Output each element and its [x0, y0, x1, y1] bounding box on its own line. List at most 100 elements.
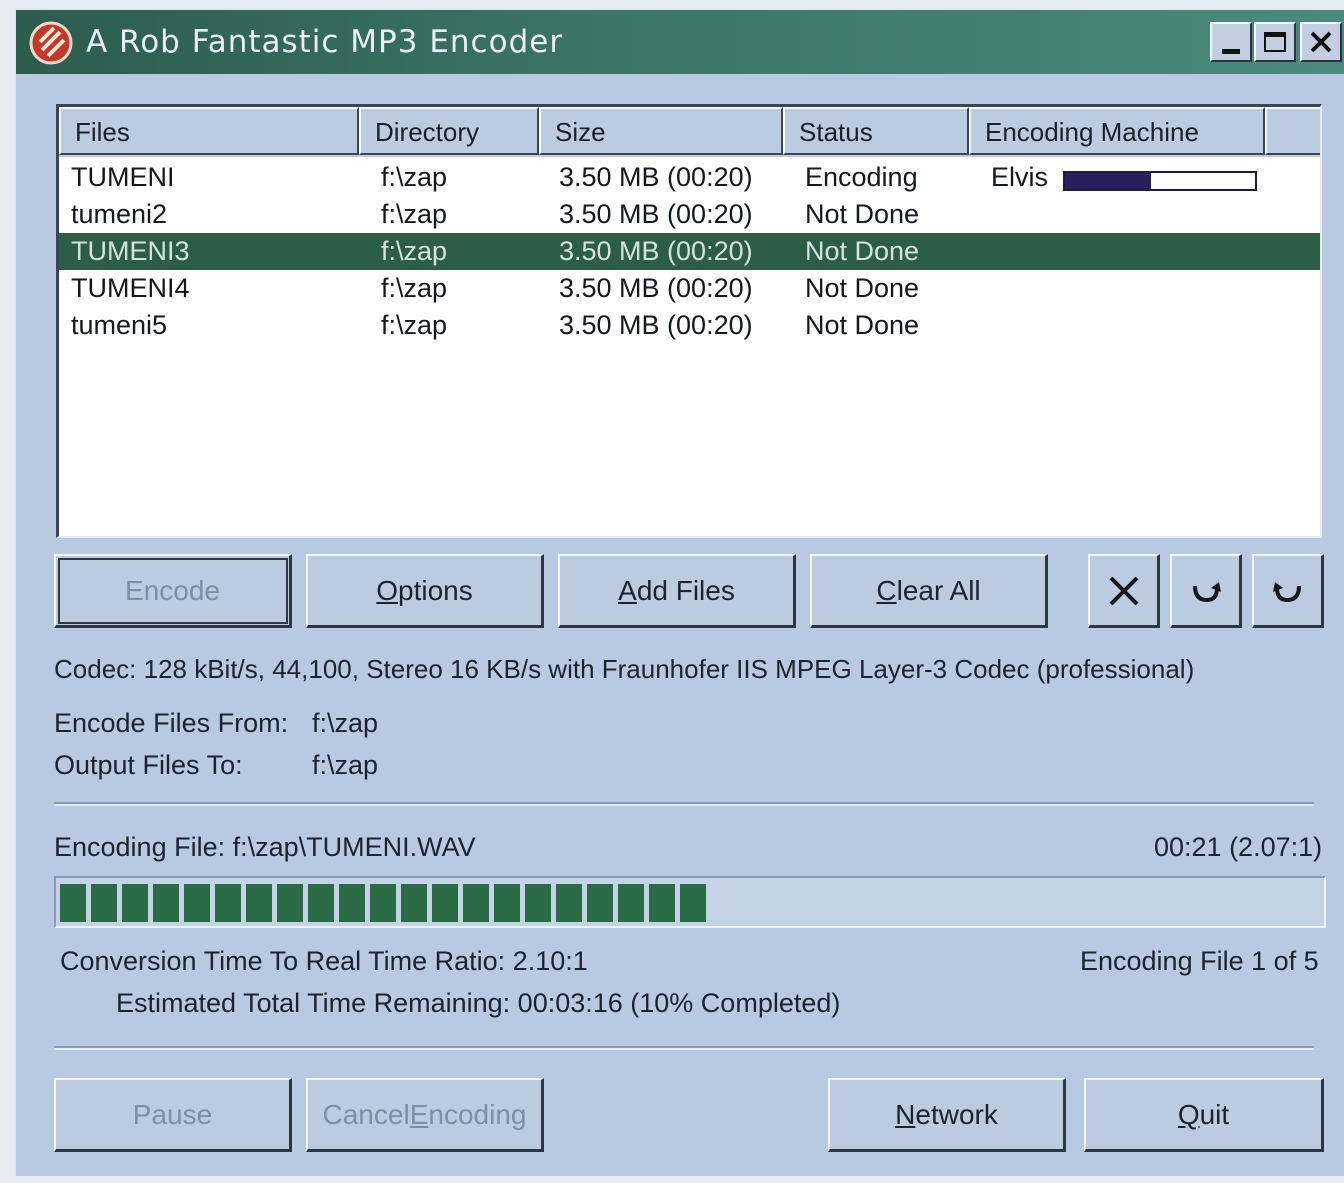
progress-segment: [339, 884, 365, 922]
encoding-progress-bar: [54, 876, 1326, 928]
table-row[interactable]: TUMENI4 f:\zap 3.50 MB (00:20) Not Done: [59, 270, 1320, 307]
progress-segment: [184, 884, 210, 922]
title-bar[interactable]: A Rob Fantastic MP3 Encoder: [16, 10, 1344, 74]
codec-info: Codec: 128 kBit/s, 44,100, Stereo 16 KB/…: [54, 654, 1195, 684]
column-header-files[interactable]: Files: [59, 107, 359, 155]
file-name: TUMENI4: [71, 273, 190, 303]
progress-segment: [680, 884, 706, 922]
cancel-label-start: Cancel: [322, 1098, 410, 1130]
minimize-icon: [1222, 48, 1240, 54]
file-status: Not Done: [805, 236, 920, 266]
progress-segment: [463, 884, 489, 922]
progress-segments: [60, 884, 706, 922]
move-up-icon: [1272, 581, 1301, 602]
encode-from-value: f:\zap: [312, 708, 379, 738]
table-row[interactable]: tumeni2 f:\zap 3.50 MB (00:20) Not Done: [59, 196, 1320, 233]
file-directory: f:\zap: [381, 310, 448, 340]
file-status: Not Done: [805, 199, 920, 229]
divider: [54, 1046, 1314, 1050]
file-name: TUMENI: [71, 162, 175, 192]
move-up-button[interactable]: [1252, 554, 1324, 628]
cancel-encoding-button[interactable]: Cancel Encoding: [306, 1078, 544, 1152]
progress-segment: [494, 884, 520, 922]
maximize-button[interactable]: [1254, 22, 1296, 62]
encoding-file-label: Encoding File: f:\zap\TUMENI.WAV: [54, 832, 476, 862]
progress-segment: [649, 884, 675, 922]
output-to-label: Output Files To:: [54, 750, 243, 780]
encoding-elapsed-time: 00:21 (2.07:1): [1154, 832, 1323, 862]
add-files-label: dd Files: [636, 574, 735, 606]
file-directory: f:\zap: [381, 162, 448, 192]
file-directory: f:\zap: [381, 236, 448, 266]
quit-button[interactable]: Quit: [1084, 1078, 1324, 1152]
file-directory: f:\zap: [381, 199, 448, 229]
progress-segment: [277, 884, 303, 922]
progress-segment: [556, 884, 582, 922]
column-header-status[interactable]: Status: [783, 107, 969, 155]
progress-segment: [308, 884, 334, 922]
column-header-directory[interactable]: Directory: [359, 107, 539, 155]
move-down-button[interactable]: [1170, 554, 1242, 628]
cancel-label-end: ncoding: [428, 1098, 527, 1130]
close-button[interactable]: [1300, 22, 1342, 62]
clear-all-label: lear All: [896, 574, 981, 606]
options-mnemonic: O: [376, 574, 399, 606]
column-header-encoding-machine[interactable]: Encoding Machine: [969, 107, 1265, 155]
clear-all-button[interactable]: Clear All: [810, 554, 1048, 628]
clear-all-mnemonic: C: [876, 574, 897, 606]
pause-button[interactable]: Pause: [54, 1078, 292, 1152]
file-name: tumeni5: [71, 310, 168, 340]
file-status: Not Done: [805, 273, 920, 303]
list-header: Files Directory Size Status Encoding Mac…: [59, 107, 1320, 157]
options-label: ptions: [398, 574, 473, 606]
remove-icon: [1109, 576, 1138, 605]
file-size: 3.50 MB (00:20): [559, 310, 753, 340]
encoder-window: A Rob Fantastic MP3 Encoder Files Direct…: [14, 8, 1344, 1176]
encode-from-label: Encode Files From:: [54, 708, 289, 738]
encoding-machine-name: Elvis: [991, 162, 1049, 192]
progress-segment: [122, 884, 148, 922]
cancel-mnemonic: E: [409, 1098, 429, 1130]
remove-file-button[interactable]: [1088, 554, 1160, 628]
options-button[interactable]: Options: [306, 554, 544, 628]
progress-segment: [246, 884, 272, 922]
progress-segment: [587, 884, 613, 922]
progress-segment: [91, 884, 117, 922]
file-size: 3.50 MB (00:20): [559, 162, 753, 192]
table-row[interactable]: TUMENI f:\zap 3.50 MB (00:20) Encoding E…: [59, 159, 1320, 196]
file-name: tumeni2: [71, 199, 168, 229]
file-directory: f:\zap: [381, 273, 448, 303]
progress-segment: [525, 884, 551, 922]
file-size: 3.50 MB (00:20): [559, 236, 753, 266]
add-files-button[interactable]: Add Files: [558, 554, 796, 628]
quit-label: uit: [1199, 1098, 1230, 1130]
file-list[interactable]: Files Directory Size Status Encoding Mac…: [56, 104, 1322, 538]
file-status: Not Done: [805, 310, 920, 340]
divider: [54, 802, 1314, 806]
add-files-mnemonic: A: [618, 574, 637, 606]
column-header-size[interactable]: Size: [539, 107, 783, 155]
file-size: 3.50 MB (00:20): [559, 273, 753, 303]
network-button[interactable]: Network: [828, 1078, 1066, 1152]
window-title: A Rob Fantastic MP3 Encoder: [86, 24, 564, 60]
time-remaining: Estimated Total Time Remaining: 00:03:16…: [116, 988, 841, 1018]
encoding-file-count: Encoding File 1 of 5: [1080, 946, 1319, 976]
progress-segment: [618, 884, 644, 922]
progress-segment: [432, 884, 458, 922]
app-logo-icon: [29, 21, 73, 65]
quit-mnemonic: Q: [1177, 1098, 1200, 1130]
table-row[interactable]: tumeni5 f:\zap 3.50 MB (00:20) Not Done: [59, 307, 1320, 344]
conversion-ratio: Conversion Time To Real Time Ratio: 2.10…: [60, 946, 588, 976]
file-name: TUMENI3: [71, 236, 190, 266]
file-size: 3.50 MB (00:20): [559, 199, 753, 229]
progress-segment: [60, 884, 86, 922]
column-header-blank: [1265, 107, 1320, 155]
table-row[interactable]: TUMENI3 f:\zap 3.50 MB (00:20) Not Done: [59, 233, 1320, 270]
progress-segment: [401, 884, 427, 922]
progress-segment: [153, 884, 179, 922]
progress-segment: [215, 884, 241, 922]
machine-progress-bar: [1063, 171, 1257, 191]
encode-button[interactable]: Encode: [54, 554, 292, 628]
move-down-icon: [1192, 581, 1221, 602]
minimize-button[interactable]: [1210, 22, 1252, 62]
